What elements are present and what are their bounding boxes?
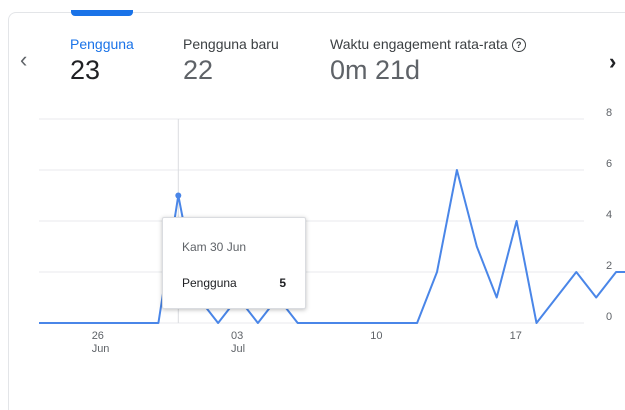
chart-tooltip: Kam 30 Jun Pengguna 5 (162, 217, 306, 309)
y-tick-label: 8 (606, 107, 612, 119)
tooltip-series-label: Pengguna (182, 276, 237, 290)
y-tick-label: 6 (606, 158, 612, 170)
series-line (39, 169, 625, 324)
x-tick-sublabel: Jun (92, 343, 110, 355)
tooltip-date: Kam 30 Jun (182, 240, 247, 254)
x-tick-label: 17 (510, 330, 522, 342)
y-tick-label: 4 (606, 209, 612, 221)
x-tick-label: 26 (92, 330, 104, 342)
x-tick-sublabel: Jul (231, 343, 245, 355)
line-chart: 0 2 4 6 8 26Jun 03Jul 10 17 (39, 107, 625, 355)
highlight-point (175, 192, 182, 199)
y-tick-label: 2 (606, 260, 612, 272)
x-tick-label: 10 (370, 330, 382, 342)
tooltip-value: 5 (279, 276, 286, 290)
y-tick-label: 0 (606, 311, 612, 323)
x-tick-label: 03 (231, 330, 243, 342)
